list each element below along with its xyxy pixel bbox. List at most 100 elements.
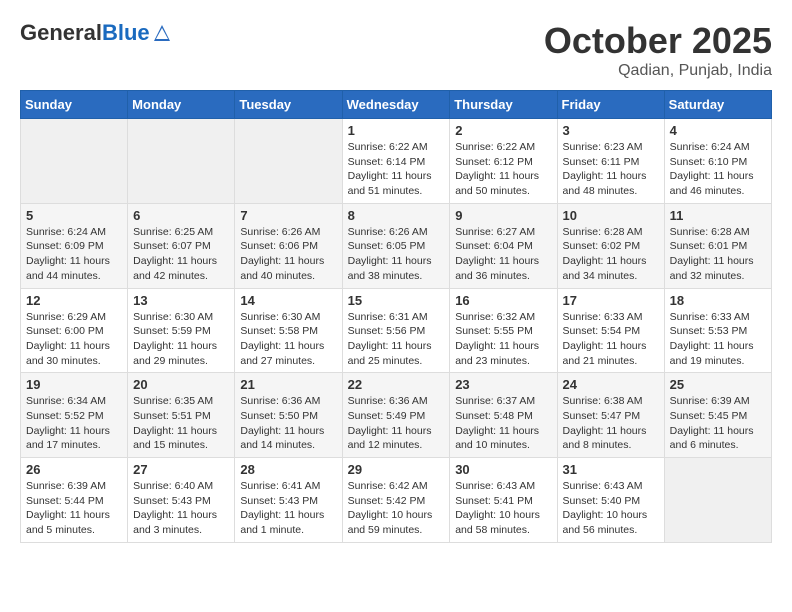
calendar-cell (664, 458, 771, 543)
day-number: 11 (670, 208, 766, 223)
logo: GeneralBlue (20, 20, 172, 46)
calendar-cell: 6 Sunrise: 6:25 AM Sunset: 6:07 PM Daylig… (128, 203, 235, 288)
month-title: October 2025 (544, 20, 772, 62)
calendar-cell (235, 119, 342, 204)
weekday-header-tuesday: Tuesday (235, 91, 342, 119)
calendar-cell: 26Sunrise: 6:39 AM Sunset: 5:44 PM Dayli… (21, 458, 128, 543)
calendar-cell: 29Sunrise: 6:42 AM Sunset: 5:42 PM Dayli… (342, 458, 450, 543)
day-number: 31 (563, 462, 659, 477)
day-number: 17 (563, 293, 659, 308)
day-info: Sunrise: 6:25 AM Sunset: 6:07 PM Dayligh… (133, 225, 229, 284)
calendar-week-row: 12 Sunrise: 6:29 AM Sunset: 6:00 PM Dayli… (21, 288, 772, 373)
calendar-cell: 16 Sunrise: 6:32 AM Sunset: 5:55 PM Dayli… (450, 288, 557, 373)
calendar-cell: 2 Sunrise: 6:22 AM Sunset: 6:12 PM Daylig… (450, 119, 557, 204)
logo-blue-text: Blue (102, 20, 150, 46)
day-number: 19 (26, 377, 122, 392)
day-info: Sunrise: 6:24 AM Sunset: 6:09 PM Dayligh… (26, 225, 122, 284)
calendar-cell: 12 Sunrise: 6:29 AM Sunset: 6:00 PM Dayli… (21, 288, 128, 373)
day-number: 12 (26, 293, 122, 308)
calendar-cell: 31 Sunrise: 6:43 AM Sunset: 5:40 PM Dayli… (557, 458, 664, 543)
day-number: 8 (348, 208, 445, 223)
calendar-cell: 17 Sunrise: 6:33 AM Sunset: 5:54 PM Dayli… (557, 288, 664, 373)
day-number: 5 (26, 208, 122, 223)
calendar-cell: 27Sunrise: 6:40 AM Sunset: 5:43 PM Dayli… (128, 458, 235, 543)
page-header: GeneralBlue October 2025 Qadian, Punjab,… (20, 20, 772, 80)
weekday-header-sunday: Sunday (21, 91, 128, 119)
day-info: Sunrise: 6:22 AM Sunset: 6:12 PM Dayligh… (455, 140, 551, 199)
day-number: 7 (240, 208, 336, 223)
day-number: 4 (670, 123, 766, 138)
day-number: 6 (133, 208, 229, 223)
calendar-cell: 19Sunrise: 6:34 AM Sunset: 5:52 PM Dayli… (21, 373, 128, 458)
weekday-header-saturday: Saturday (664, 91, 771, 119)
calendar-cell: 9 Sunrise: 6:27 AM Sunset: 6:04 PM Daylig… (450, 203, 557, 288)
calendar-week-row: 1Sunrise: 6:22 AM Sunset: 6:14 PM Daylig… (21, 119, 772, 204)
calendar-cell: 18 Sunrise: 6:33 AM Sunset: 5:53 PM Dayli… (664, 288, 771, 373)
calendar-cell: 24 Sunrise: 6:38 AM Sunset: 5:47 PM Dayli… (557, 373, 664, 458)
day-info: Sunrise: 6:31 AM Sunset: 5:56 PM Dayligh… (348, 310, 445, 369)
weekday-header-thursday: Thursday (450, 91, 557, 119)
day-number: 14 (240, 293, 336, 308)
calendar-table: SundayMondayTuesdayWednesdayThursdayFrid… (20, 90, 772, 543)
calendar-cell: 5 Sunrise: 6:24 AM Sunset: 6:09 PM Daylig… (21, 203, 128, 288)
day-info: Sunrise: 6:29 AM Sunset: 6:00 PM Dayligh… (26, 310, 122, 369)
calendar-cell: 30 Sunrise: 6:43 AM Sunset: 5:41 PM Dayli… (450, 458, 557, 543)
weekday-header-wednesday: Wednesday (342, 91, 450, 119)
day-number: 27 (133, 462, 229, 477)
day-info: Sunrise: 6:28 AM Sunset: 6:02 PM Dayligh… (563, 225, 659, 284)
calendar-week-row: 5 Sunrise: 6:24 AM Sunset: 6:09 PM Daylig… (21, 203, 772, 288)
day-info: Sunrise: 6:28 AM Sunset: 6:01 PM Dayligh… (670, 225, 766, 284)
day-number: 18 (670, 293, 766, 308)
calendar-cell: 4 Sunrise: 6:24 AM Sunset: 6:10 PM Daylig… (664, 119, 771, 204)
logo-general-text: General (20, 20, 102, 46)
day-info: Sunrise: 6:32 AM Sunset: 5:55 PM Dayligh… (455, 310, 551, 369)
day-info: Sunrise: 6:43 AM Sunset: 5:40 PM Dayligh… (563, 479, 659, 538)
day-info: Sunrise: 6:36 AM Sunset: 5:49 PM Dayligh… (348, 394, 445, 453)
day-number: 24 (563, 377, 659, 392)
calendar-week-row: 19Sunrise: 6:34 AM Sunset: 5:52 PM Dayli… (21, 373, 772, 458)
calendar-cell: 20Sunrise: 6:35 AM Sunset: 5:51 PM Dayli… (128, 373, 235, 458)
weekday-header-friday: Friday (557, 91, 664, 119)
calendar-cell: 23 Sunrise: 6:37 AM Sunset: 5:48 PM Dayli… (450, 373, 557, 458)
logo-icon (152, 23, 172, 43)
calendar-cell: 3 Sunrise: 6:23 AM Sunset: 6:11 PM Daylig… (557, 119, 664, 204)
day-info: Sunrise: 6:38 AM Sunset: 5:47 PM Dayligh… (563, 394, 659, 453)
day-info: Sunrise: 6:24 AM Sunset: 6:10 PM Dayligh… (670, 140, 766, 199)
day-number: 25 (670, 377, 766, 392)
day-info: Sunrise: 6:33 AM Sunset: 5:54 PM Dayligh… (563, 310, 659, 369)
calendar-cell: 25 Sunrise: 6:39 AM Sunset: 5:45 PM Dayli… (664, 373, 771, 458)
day-number: 2 (455, 123, 551, 138)
day-number: 26 (26, 462, 122, 477)
day-info: Sunrise: 6:41 AM Sunset: 5:43 PM Dayligh… (240, 479, 336, 538)
day-number: 16 (455, 293, 551, 308)
calendar-cell (21, 119, 128, 204)
day-info: Sunrise: 6:23 AM Sunset: 6:11 PM Dayligh… (563, 140, 659, 199)
day-number: 10 (563, 208, 659, 223)
day-number: 22 (348, 377, 445, 392)
day-info: Sunrise: 6:27 AM Sunset: 6:04 PM Dayligh… (455, 225, 551, 284)
day-info: Sunrise: 6:30 AM Sunset: 5:58 PM Dayligh… (240, 310, 336, 369)
calendar-cell (128, 119, 235, 204)
day-number: 3 (563, 123, 659, 138)
day-info: Sunrise: 6:37 AM Sunset: 5:48 PM Dayligh… (455, 394, 551, 453)
day-number: 1 (348, 123, 445, 138)
day-info: Sunrise: 6:33 AM Sunset: 5:53 PM Dayligh… (670, 310, 766, 369)
day-number: 13 (133, 293, 229, 308)
day-info: Sunrise: 6:26 AM Sunset: 6:06 PM Dayligh… (240, 225, 336, 284)
day-info: Sunrise: 6:42 AM Sunset: 5:42 PM Dayligh… (348, 479, 445, 538)
day-info: Sunrise: 6:26 AM Sunset: 6:05 PM Dayligh… (348, 225, 445, 284)
day-number: 15 (348, 293, 445, 308)
day-number: 9 (455, 208, 551, 223)
day-info: Sunrise: 6:35 AM Sunset: 5:51 PM Dayligh… (133, 394, 229, 453)
day-info: Sunrise: 6:39 AM Sunset: 5:45 PM Dayligh… (670, 394, 766, 453)
calendar-cell: 10 Sunrise: 6:28 AM Sunset: 6:02 PM Dayli… (557, 203, 664, 288)
calendar-cell: 22 Sunrise: 6:36 AM Sunset: 5:49 PM Dayli… (342, 373, 450, 458)
day-number: 28 (240, 462, 336, 477)
calendar-cell: 11 Sunrise: 6:28 AM Sunset: 6:01 PM Dayli… (664, 203, 771, 288)
day-number: 23 (455, 377, 551, 392)
weekday-header-monday: Monday (128, 91, 235, 119)
title-block: October 2025 Qadian, Punjab, India (544, 20, 772, 80)
day-number: 30 (455, 462, 551, 477)
day-info: Sunrise: 6:43 AM Sunset: 5:41 PM Dayligh… (455, 479, 551, 538)
calendar-cell: 21Sunrise: 6:36 AM Sunset: 5:50 PM Dayli… (235, 373, 342, 458)
